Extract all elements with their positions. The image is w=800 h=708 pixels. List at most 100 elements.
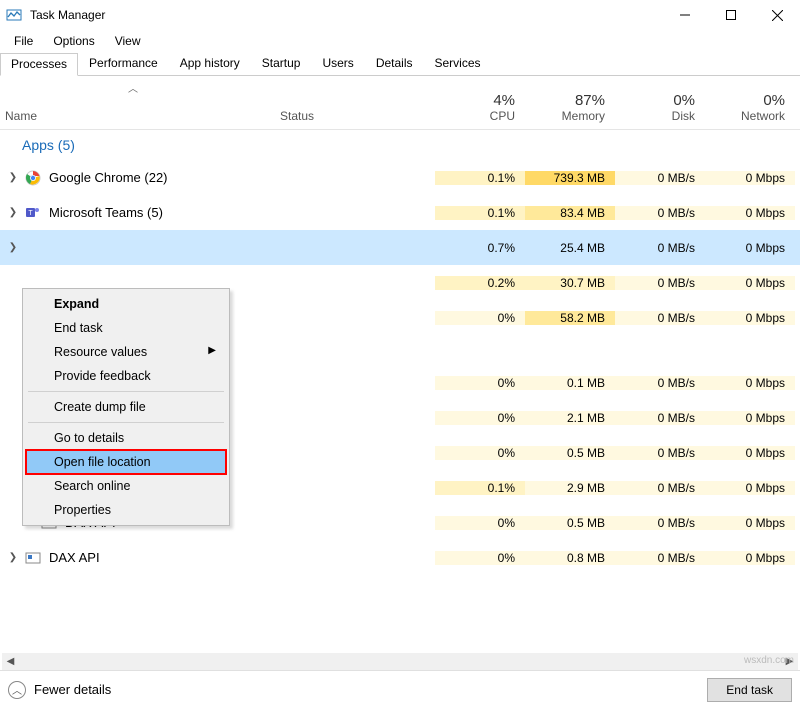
disk-cell: 0 MB/s <box>615 206 705 220</box>
network-cell: 0 Mbps <box>705 206 795 220</box>
process-name-cell: ❯TMicrosoft Teams (5) <box>0 204 280 222</box>
ctx-create-dump-file[interactable]: Create dump file <box>26 395 226 419</box>
table-row[interactable]: ❯TMicrosoft Teams (5)0.1%83.4 MB0 MB/s0 … <box>0 195 800 230</box>
app-icon <box>24 169 42 187</box>
memory-percent: 87% <box>525 92 605 109</box>
network-cell: 0 Mbps <box>705 551 795 565</box>
menu-file[interactable]: File <box>4 32 43 50</box>
window-title: Task Manager <box>30 8 662 22</box>
memory-cell: 58.2 MB <box>525 311 615 325</box>
end-task-button[interactable]: End task <box>707 678 792 702</box>
memory-cell: 2.9 MB <box>525 481 615 495</box>
table-row[interactable]: ❯DAX API0%0.8 MB0 MB/s0 Mbps <box>0 540 800 575</box>
cpu-cell: 0% <box>435 376 525 390</box>
column-network[interactable]: 0% Network <box>705 92 795 129</box>
tab-services[interactable]: Services <box>424 52 492 75</box>
memory-cell: 0.8 MB <box>525 551 615 565</box>
process-name-cell: ❯ <box>0 239 280 257</box>
tab-app-history[interactable]: App history <box>169 52 251 75</box>
chevron-right-icon[interactable]: ❯ <box>6 552 20 563</box>
close-button[interactable] <box>754 0 800 30</box>
horizontal-scrollbar[interactable]: ◀ ▶ <box>2 653 798 670</box>
network-cell: 0 Mbps <box>705 516 795 530</box>
network-cell: 0 Mbps <box>705 276 795 290</box>
memory-cell: 739.3 MB <box>525 171 615 185</box>
memory-cell: 30.7 MB <box>525 276 615 290</box>
network-percent: 0% <box>705 92 785 109</box>
memory-cell: 25.4 MB <box>525 241 615 255</box>
chevron-right-icon[interactable]: ❯ <box>6 207 20 218</box>
table-row[interactable]: ❯Google Chrome (22)0.1%739.3 MB0 MB/s0 M… <box>0 160 800 195</box>
sort-indicator-icon: ︿ <box>128 80 138 95</box>
disk-percent: 0% <box>615 92 695 109</box>
ctx-resource-values[interactable]: Resource values ▶ <box>26 340 226 364</box>
fewer-details-label[interactable]: Fewer details <box>34 682 111 697</box>
cpu-cell: 0% <box>435 516 525 530</box>
cpu-cell: 0% <box>435 551 525 565</box>
chevron-right-icon: ▶ <box>208 345 216 356</box>
column-cpu[interactable]: 4% CPU <box>435 92 525 129</box>
cpu-cell: 0.1% <box>435 481 525 495</box>
network-cell: 0 Mbps <box>705 481 795 495</box>
column-memory[interactable]: 87% Memory <box>525 92 615 129</box>
group-apps[interactable]: Apps (5) <box>0 130 800 160</box>
ctx-expand[interactable]: Expand <box>26 292 226 316</box>
scroll-left-icon[interactable]: ◀ <box>2 653 19 670</box>
network-cell: 0 Mbps <box>705 311 795 325</box>
network-label: Network <box>705 109 785 123</box>
fewer-details-icon[interactable]: ︿ <box>8 681 26 699</box>
memory-cell: 0.5 MB <box>525 446 615 460</box>
column-disk[interactable]: 0% Disk <box>615 92 705 129</box>
menu-view[interactable]: View <box>105 32 151 50</box>
menubar: File Options View <box>0 30 800 52</box>
maximize-button[interactable] <box>708 0 754 30</box>
network-cell: 0 Mbps <box>705 411 795 425</box>
disk-cell: 0 MB/s <box>615 376 705 390</box>
app-icon: T <box>24 204 42 222</box>
menu-options[interactable]: Options <box>43 32 104 50</box>
tab-startup[interactable]: Startup <box>251 52 312 75</box>
tab-processes[interactable]: Processes <box>0 53 78 76</box>
table-row[interactable]: ❯0.7%25.4 MB0 MB/s0 Mbps <box>0 230 800 265</box>
process-name: Google Chrome (22) <box>49 170 168 185</box>
disk-cell: 0 MB/s <box>615 446 705 460</box>
cpu-cell: 0% <box>435 411 525 425</box>
tab-details[interactable]: Details <box>365 52 424 75</box>
cpu-cell: 0.1% <box>435 206 525 220</box>
cpu-cell: 0.1% <box>435 171 525 185</box>
app-icon <box>24 549 42 567</box>
ctx-open-file-location[interactable]: Open file location <box>26 450 226 474</box>
tab-users[interactable]: Users <box>311 52 364 75</box>
column-name[interactable]: Name <box>0 109 280 129</box>
ctx-properties[interactable]: Properties <box>26 498 226 522</box>
ctx-separator <box>28 422 224 423</box>
network-cell: 0 Mbps <box>705 376 795 390</box>
process-name-cell: ❯ Google Chrome (22) <box>0 169 280 187</box>
column-status[interactable]: Status <box>280 109 435 129</box>
cpu-label: CPU <box>435 109 515 123</box>
memory-cell: 83.4 MB <box>525 206 615 220</box>
ctx-go-to-details[interactable]: Go to details <box>26 426 226 450</box>
task-manager-icon <box>6 7 22 23</box>
ctx-provide-feedback[interactable]: Provide feedback <box>26 364 226 388</box>
chevron-right-icon[interactable]: ❯ <box>6 242 20 253</box>
cpu-cell: 0.2% <box>435 276 525 290</box>
disk-cell: 0 MB/s <box>615 411 705 425</box>
cpu-cell: 0.7% <box>435 241 525 255</box>
footer: ︿ Fewer details End task <box>0 670 800 708</box>
memory-cell: 0.1 MB <box>525 376 615 390</box>
ctx-search-online[interactable]: Search online <box>26 474 226 498</box>
minimize-button[interactable] <box>662 0 708 30</box>
disk-cell: 0 MB/s <box>615 171 705 185</box>
chevron-right-icon[interactable]: ❯ <box>6 172 20 183</box>
ctx-end-task[interactable]: End task <box>26 316 226 340</box>
disk-cell: 0 MB/s <box>615 241 705 255</box>
cpu-cell: 0% <box>435 446 525 460</box>
watermark: wsxdn.com <box>744 655 794 666</box>
tab-performance[interactable]: Performance <box>78 52 169 75</box>
disk-cell: 0 MB/s <box>615 551 705 565</box>
group-apps-label: Apps (5) <box>22 137 75 153</box>
disk-cell: 0 MB/s <box>615 516 705 530</box>
disk-label: Disk <box>615 109 695 123</box>
memory-cell: 0.5 MB <box>525 516 615 530</box>
